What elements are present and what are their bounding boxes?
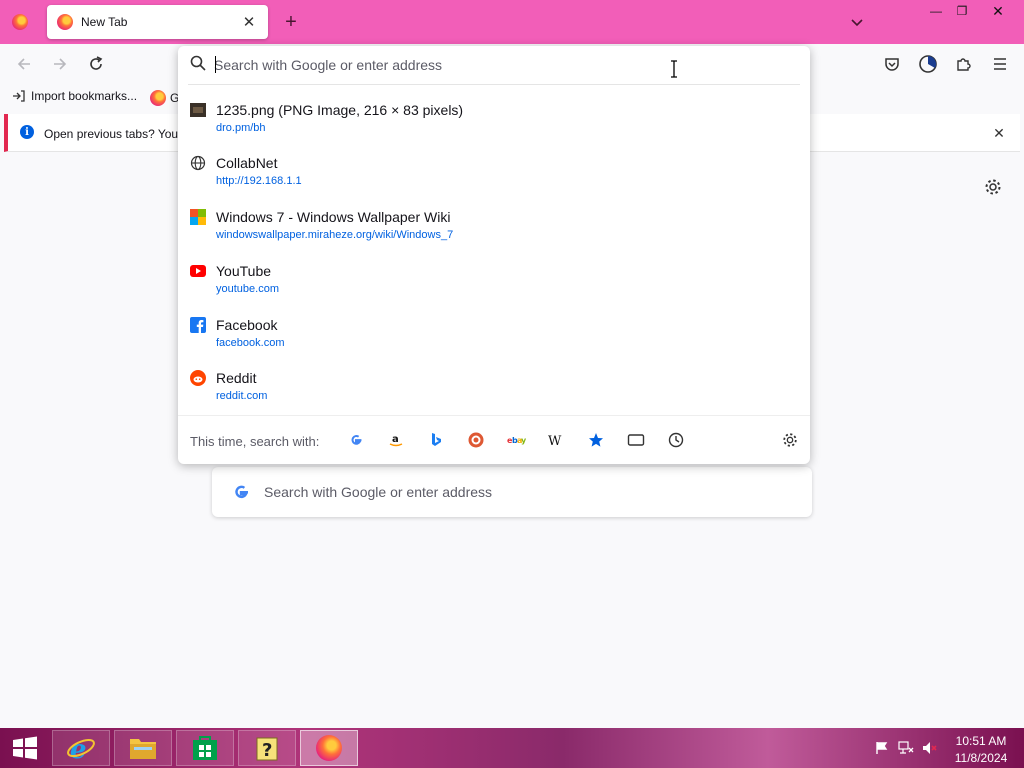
wikipedia-icon[interactable]: W [546,430,566,450]
result-title: Reddit [216,370,257,386]
extensions-puzzle-icon[interactable] [952,52,976,76]
result-row-youtube[interactable]: YouTube youtube.com [186,259,800,309]
list-all-tabs-chevron-icon[interactable] [846,12,868,32]
history-icon[interactable] [666,430,686,450]
notification-text: Open previous tabs? You [44,127,179,141]
image-thumbnail-icon [190,102,206,118]
restore-button[interactable]: ❐ [950,0,974,22]
store-icon [193,736,217,760]
info-icon: i [20,125,34,139]
text-caret [215,56,216,73]
youtube-icon [190,263,206,279]
divider [178,415,810,416]
back-arrow-icon[interactable] [12,52,36,76]
tab-new-tab[interactable]: New Tab ✕ [47,5,268,39]
result-url: http://192.168.1.1 [216,175,302,187]
taskbar-clock-time[interactable]: 10:51 AM [946,734,1016,748]
internet-explorer-icon: e [67,735,95,763]
facebook-icon [190,317,206,333]
svg-text:y: y [521,436,526,445]
mouse-ibeam-cursor-icon [669,60,679,78]
firefox-logo-icon [57,14,73,30]
taskbar-firefox[interactable] [300,730,358,766]
pocket-icon[interactable] [880,52,904,76]
search-settings-gear-icon[interactable] [780,430,800,450]
svg-text:?: ? [262,740,272,761]
page-search-box[interactable]: Search with Google or enter address [212,467,812,517]
firefox-view-button[interactable] [8,10,32,34]
svg-text:W: W [548,434,562,447]
result-row-1235png[interactable]: 1235.png (PNG Image, 216 × 83 pixels) dr… [186,98,800,148]
result-row-facebook[interactable]: Facebook facebook.com [186,313,800,363]
window-close-button[interactable]: ✕ [978,0,1018,22]
result-title: Facebook [216,317,278,333]
action-center-flag-icon[interactable] [874,740,890,756]
search-icon [190,55,208,73]
forward-arrow-icon[interactable] [48,52,72,76]
ebay-icon[interactable]: ebay [506,430,526,450]
wiki-favicon-icon [190,209,206,225]
tab-close-icon[interactable]: ✕ [240,13,258,31]
windows-start-button[interactable] [8,733,42,763]
google-icon[interactable] [346,430,366,450]
help-icon: ? [256,737,278,761]
notification-close-icon[interactable]: ✕ [990,124,1008,142]
volume-muted-icon[interactable] [922,740,938,756]
result-row-reddit[interactable]: Reddit reddit.com [186,366,800,416]
globe-icon [190,155,206,171]
taskbar-clock-date[interactable]: 11/8/2024 [946,751,1016,765]
import-bookmarks-item[interactable]: Import bookmarks... [12,89,137,103]
import-bookmarks-label: Import bookmarks... [31,89,138,103]
hamburger-menu-icon[interactable] [988,52,1012,76]
reload-icon[interactable] [84,52,108,76]
svg-text:a: a [392,434,399,445]
firefox-logo-icon [150,90,166,106]
result-row-collabnet[interactable]: CollabNet http://192.168.1.1 [186,151,800,201]
taskbar-help[interactable]: ? [238,730,296,766]
network-icon[interactable] [898,740,914,756]
folder-icon [130,739,156,759]
taskbar-file-explorer[interactable] [114,730,172,766]
bing-icon[interactable] [426,430,446,450]
page-settings-gear-icon[interactable] [982,176,1004,198]
tabs-icon[interactable] [626,430,646,450]
import-icon [13,90,25,102]
google-icon [235,485,248,499]
bookmarks-star-icon[interactable] [586,430,606,450]
result-title: 1235.png (PNG Image, 216 × 83 pixels) [216,102,464,118]
svg-text:e: e [70,735,87,763]
result-title: YouTube [216,263,272,279]
result-url: facebook.com [216,337,285,349]
amazon-icon[interactable]: a [386,430,406,450]
reddit-icon [190,370,206,386]
result-url: windowswallpaper.miraheze.org/wiki/Windo… [216,229,454,241]
account-icon[interactable] [916,52,940,76]
result-title: Windows 7 - Windows Wallpaper Wiki [216,209,451,225]
address-input[interactable] [214,56,714,74]
firefox-logo-icon [316,735,342,761]
bookmark-firefox-item[interactable]: G [150,90,179,106]
firefox-logo-icon [12,14,28,30]
minimize-button[interactable]: — [922,0,950,22]
page-search-placeholder: Search with Google or enter address [264,484,493,500]
result-url: reddit.com [216,390,268,402]
tab-title: New Tab [81,15,128,29]
result-title: CollabNet [216,155,278,171]
result-row-windows7-wiki[interactable]: Windows 7 - Windows Wallpaper Wiki windo… [186,205,800,255]
result-url: dro.pm/bh [216,122,266,134]
taskbar-internet-explorer[interactable]: e [52,730,110,766]
one-off-search-label: This time, search with: [190,434,320,449]
taskbar-store[interactable] [176,730,234,766]
result-url: youtube.com [216,283,279,295]
divider [188,84,800,85]
duckduckgo-icon[interactable] [466,430,486,450]
new-tab-button[interactable]: + [280,11,302,33]
